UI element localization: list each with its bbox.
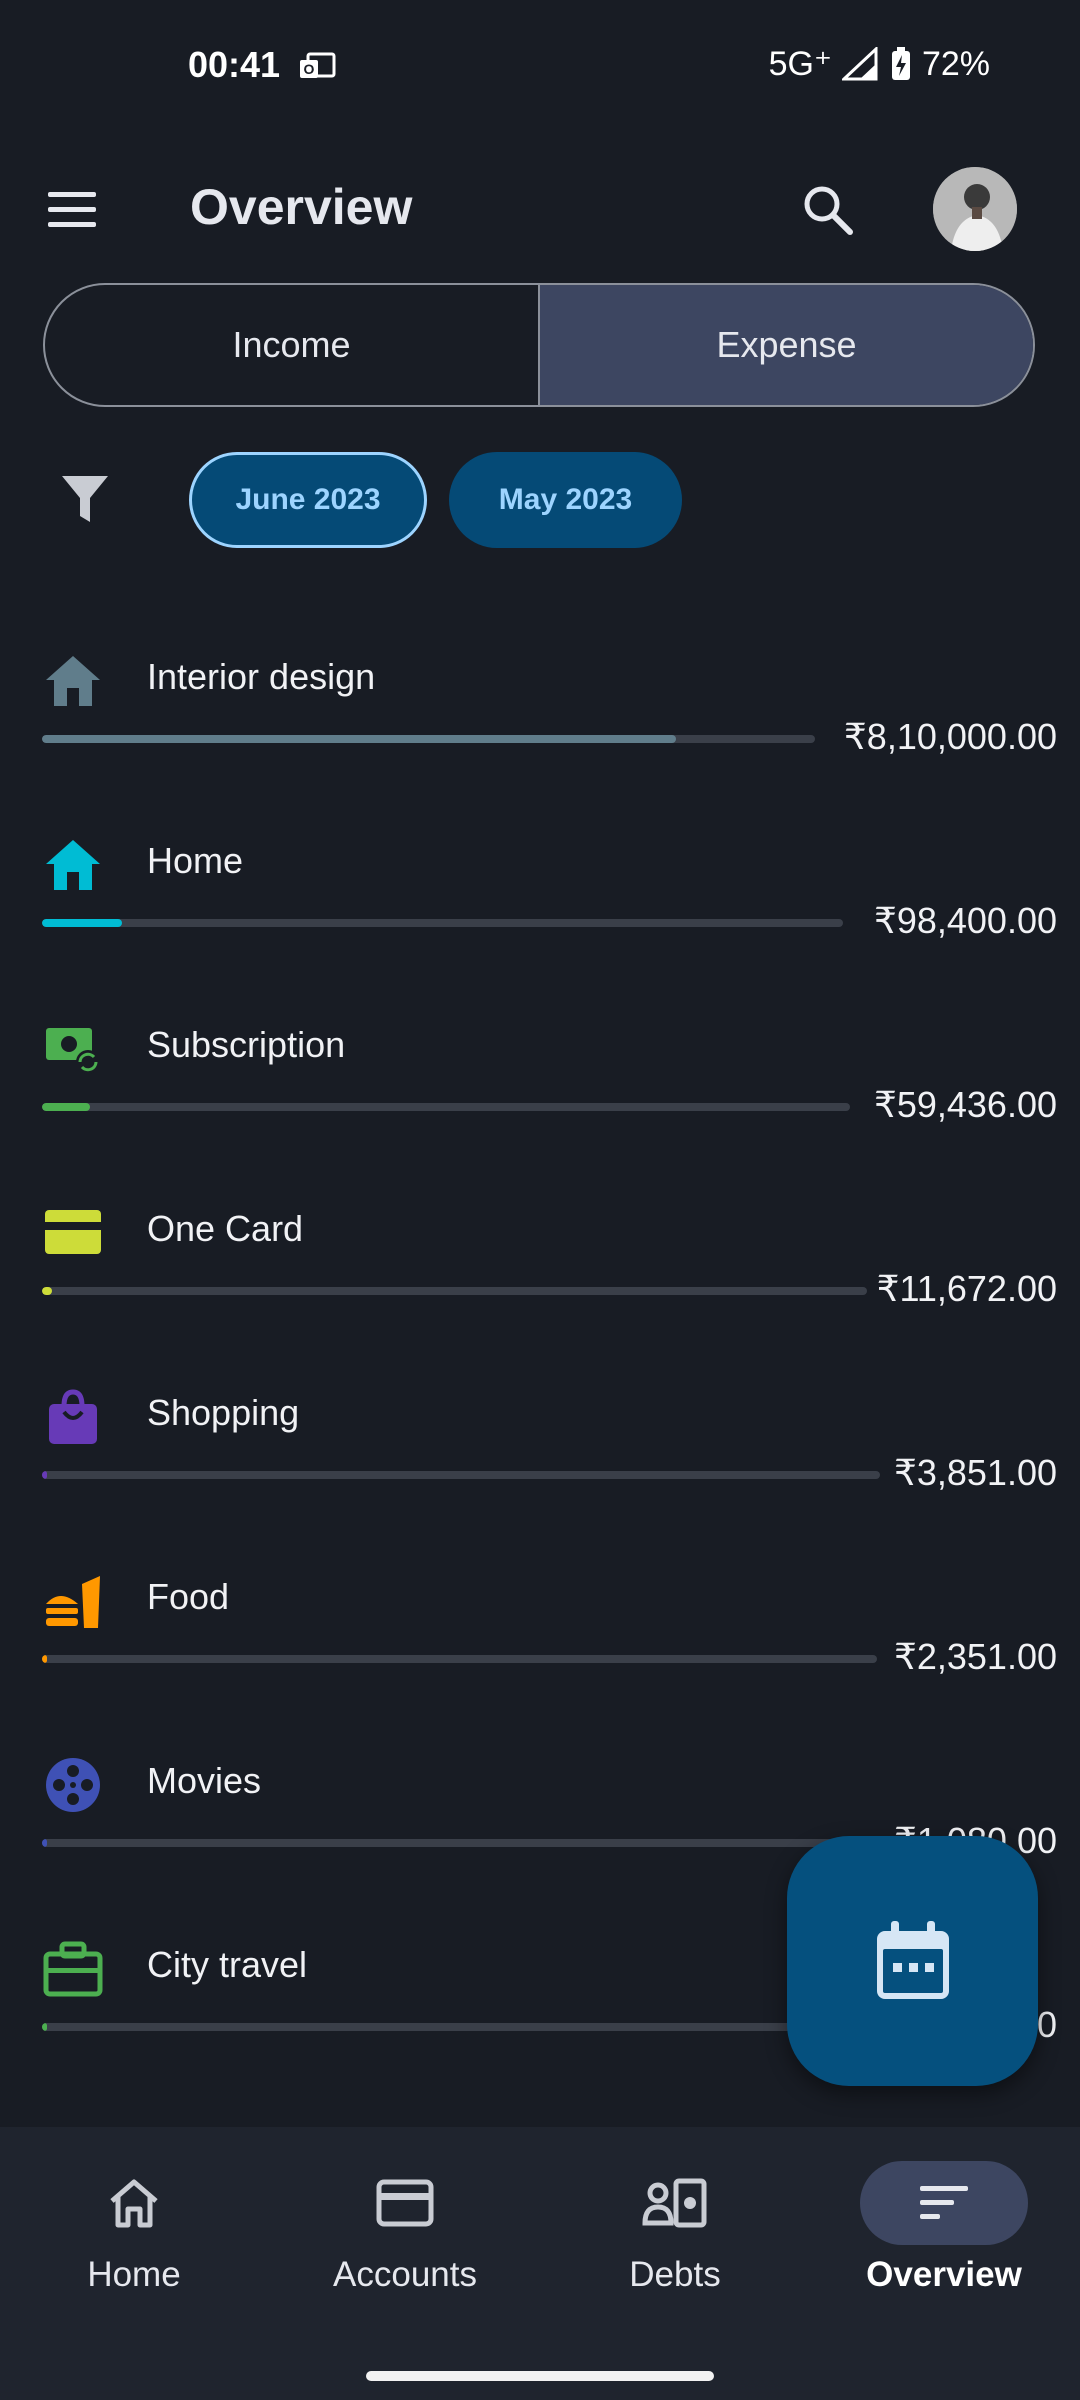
category-amount: ₹11,672.00 — [876, 1268, 1057, 1309]
category-progress-track — [42, 1655, 877, 1663]
nav-accounts-pill — [321, 2161, 489, 2245]
category-row[interactable]: Shopping ₹3,851.00 — [0, 1364, 1080, 1548]
nav-home-label: Home — [87, 2255, 181, 2294]
category-progress-track — [42, 1287, 867, 1295]
fastfood-icon — [46, 1576, 100, 1628]
chip-may-2023[interactable]: May 2023 — [449, 452, 682, 548]
category-progress-fill — [42, 1471, 48, 1479]
avatar-image — [933, 167, 1017, 251]
filter-icon[interactable] — [58, 472, 112, 526]
calendar-icon — [876, 1921, 949, 1999]
category-label: Interior design — [147, 656, 376, 697]
income-expense-toggle: Income Expense — [43, 283, 1035, 407]
avatar[interactable] — [933, 167, 1017, 251]
nav-overview[interactable]: Overview — [824, 2161, 1064, 2321]
outlook-notification-icon: O — [300, 52, 336, 78]
category-row[interactable]: One Card ₹11,672.00 — [0, 1180, 1080, 1364]
category-progress-fill — [42, 2023, 47, 2031]
house-icon — [46, 656, 100, 706]
nav-home[interactable]: Home — [14, 2161, 254, 2321]
gesture-bar — [366, 2371, 714, 2381]
category-label: One Card — [147, 1208, 304, 1249]
category-progress-fill — [42, 1655, 47, 1663]
category-label: City travel — [147, 1944, 308, 1985]
category-amount: ₹59,436.00 — [873, 1084, 1057, 1125]
category-label: Home — [147, 840, 244, 881]
nav-overview-label: Overview — [866, 2255, 1022, 2294]
overview-sort-icon — [920, 2186, 968, 2219]
category-progress-track — [42, 919, 843, 927]
nav-accounts-label: Accounts — [333, 2255, 477, 2294]
category-progress-fill — [42, 1103, 91, 1111]
nav-overview-pill — [860, 2161, 1028, 2245]
briefcase-icon — [43, 1941, 103, 1997]
status-time: 00:41 — [188, 44, 281, 85]
svg-text:O: O — [304, 61, 315, 77]
category-row[interactable]: Home ₹98,400.00 — [0, 812, 1080, 996]
house-icon — [46, 840, 100, 890]
nav-accounts[interactable]: Accounts — [285, 2161, 525, 2321]
category-amount: ₹8,10,000.00 — [843, 716, 1057, 757]
category-row[interactable]: Interior design ₹8,10,000.00 — [0, 628, 1080, 812]
category-amount: 0 — [1036, 2004, 1057, 2045]
category-label: Food — [147, 1576, 230, 1617]
film-reel-icon — [46, 1758, 100, 1812]
battery-charging-icon — [891, 47, 910, 80]
cash-sync-icon — [46, 1028, 100, 1074]
bottom-navigation: Home Accounts Debts Overview — [0, 2127, 1080, 2400]
chip-june-2023[interactable]: June 2023 — [189, 452, 427, 548]
category-progress-track — [42, 2023, 830, 2031]
debts-icon — [642, 2178, 707, 2228]
category-progress-fill — [42, 1839, 47, 1847]
category-label: Shopping — [147, 1392, 300, 1433]
calendar-fab-button[interactable] — [787, 1836, 1038, 2086]
category-progress-fill — [42, 919, 123, 927]
category-row[interactable]: Subscription ₹59,436.00 — [0, 996, 1080, 1180]
status-bar: 00:41 O 5G⁺ 72% — [0, 0, 1080, 130]
battery-level: 72% — [921, 44, 990, 83]
nav-home-pill — [50, 2161, 218, 2245]
category-amount: ₹3,851.00 — [893, 1452, 1057, 1493]
category-progress-track — [42, 1839, 872, 1847]
home-icon — [110, 2179, 158, 2228]
search-icon[interactable] — [800, 182, 856, 238]
category-progress-fill — [42, 1287, 52, 1295]
page-title: Overview — [190, 179, 413, 235]
expense-segment[interactable]: Expense — [538, 285, 1033, 405]
menu-icon[interactable] — [46, 190, 98, 230]
category-amount: ₹98,400.00 — [873, 900, 1057, 941]
nav-debts-pill — [591, 2161, 759, 2245]
category-label: Movies — [147, 1760, 262, 1801]
nav-debts-label: Debts — [629, 2255, 721, 2294]
shopping-bag-icon — [49, 1389, 97, 1444]
card-icon — [376, 2179, 434, 2227]
category-label: Subscription — [147, 1024, 346, 1065]
income-segment[interactable]: Income — [45, 285, 538, 405]
signal-icon — [841, 47, 878, 81]
category-amount: ₹2,351.00 — [893, 1636, 1057, 1677]
nav-debts[interactable]: Debts — [555, 2161, 795, 2321]
credit-card-icon — [45, 1210, 101, 1254]
category-progress-track — [42, 1471, 880, 1479]
network-label: 5G⁺ — [768, 45, 832, 83]
category-row[interactable]: Food ₹2,351.00 — [0, 1548, 1080, 1732]
category-progress-track — [42, 735, 815, 743]
category-progress-track — [42, 1103, 850, 1111]
category-progress-fill — [42, 735, 676, 743]
status-right: 5G⁺ 72% — [769, 44, 990, 84]
